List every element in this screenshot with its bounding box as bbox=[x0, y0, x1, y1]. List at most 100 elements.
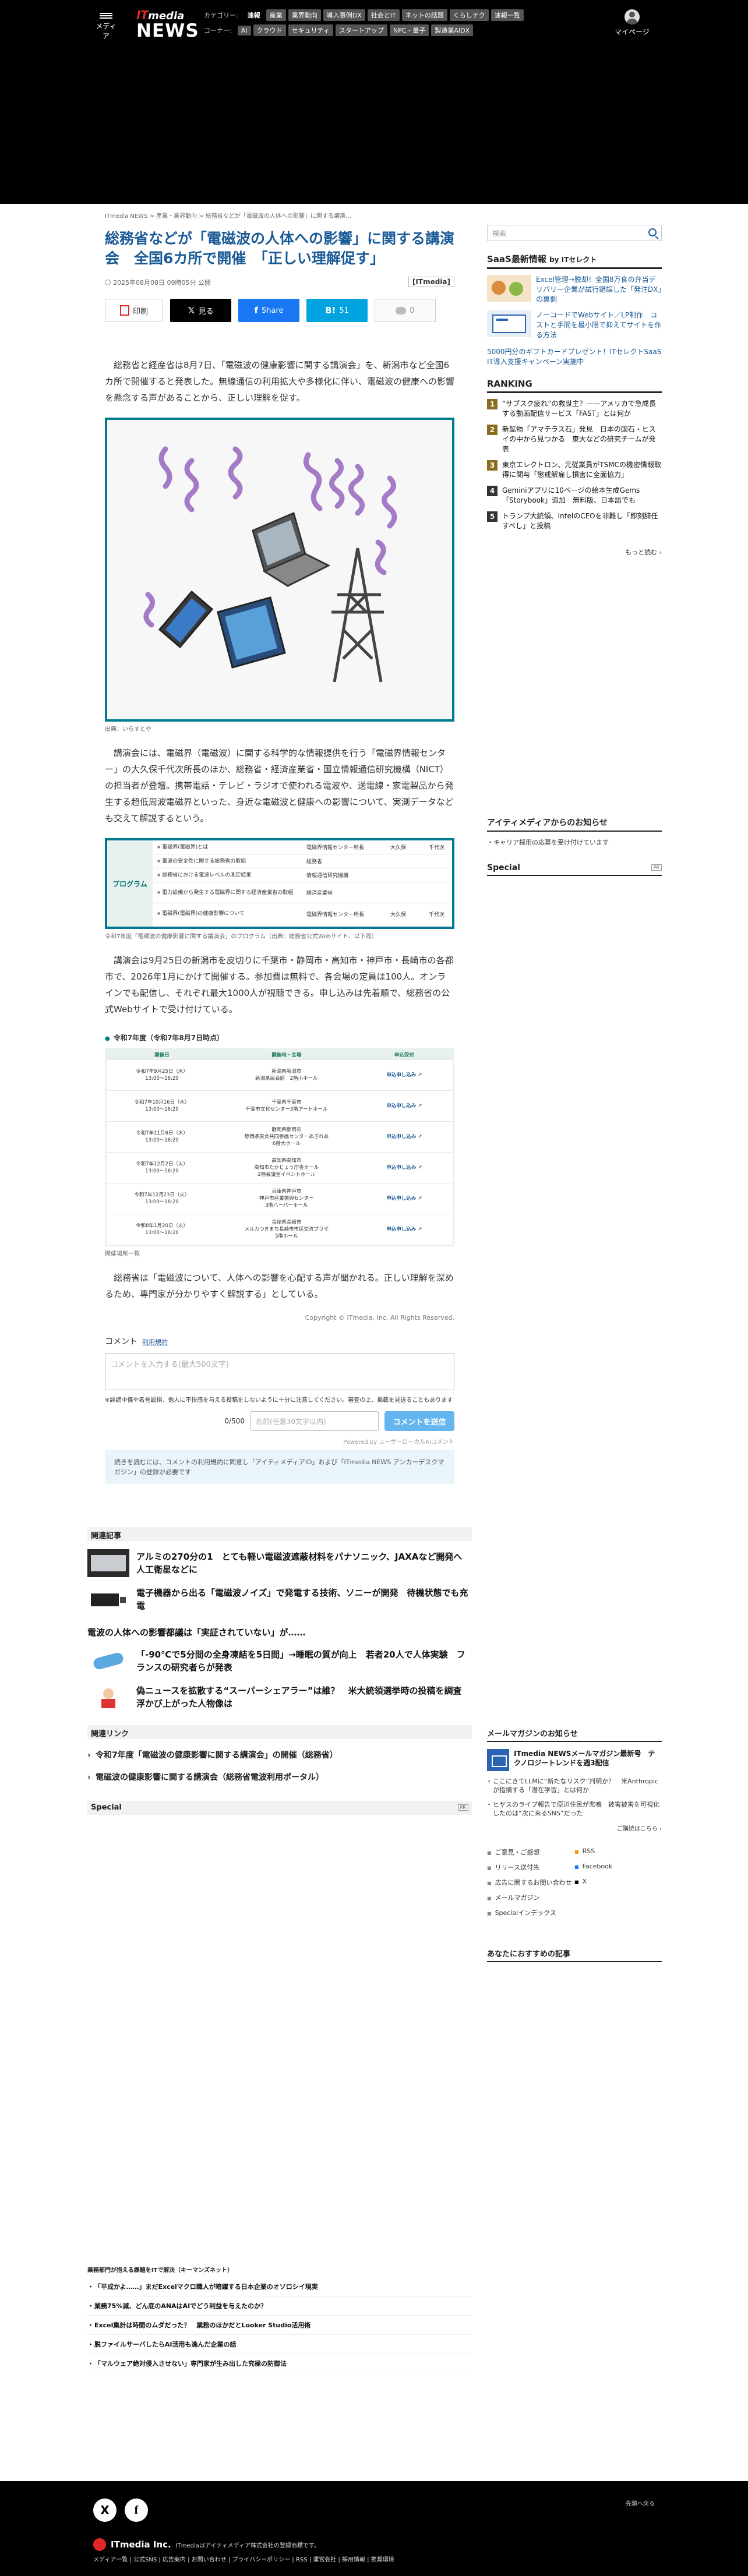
send-comment-button[interactable]: コメントを送信 bbox=[384, 1411, 454, 1431]
info-item[interactable]: キャリア採用の応募を受け付けています bbox=[487, 838, 662, 847]
wave-icon bbox=[228, 446, 243, 500]
rank-number: 1 bbox=[487, 399, 498, 409]
schedule-place: 千葉県千葉市 千葉市文化センター3階アートホール bbox=[217, 1090, 356, 1121]
saas-item[interactable]: Excel管理→脱却！全国8万食の弁当デリバリー企業が試行錯誤した「発注DX」の… bbox=[487, 275, 662, 305]
saas-campaign-link[interactable]: 5000円分のギフトカードプレゼント！ITセレクトSaaS IT導入支援キャンペ… bbox=[487, 347, 662, 367]
rss-link[interactable]: RSS bbox=[574, 1847, 662, 1857]
category-tab[interactable]: 社会とIT bbox=[367, 9, 400, 21]
related-article[interactable]: 「-90℃で5分間の全身凍結を5日間」→睡眠の質が向上 若者20人で人体実験 フ… bbox=[87, 1647, 472, 1675]
special-heading-text: Special bbox=[91, 1803, 122, 1812]
x-icon[interactable]: X bbox=[93, 2499, 117, 2522]
laptop-icon bbox=[252, 511, 331, 587]
ad-inquiry-link[interactable]: 広告に関するお問い合わせ bbox=[487, 1878, 574, 1887]
program-speaker-first: 千代次 bbox=[429, 845, 445, 851]
corner-tab[interactable]: セキュリティ bbox=[288, 24, 333, 36]
saas-item[interactable]: ノーコードでWebサイト／LP制作 コストと手間を最小限で抑えてサイトを作る方法 bbox=[487, 310, 662, 340]
share-bar: 印刷 𝕏 見る f Share B! 51 0 bbox=[105, 299, 454, 322]
site-logo[interactable]: ITmedia NEWS bbox=[136, 8, 199, 40]
terms-link[interactable]: 利用規約 bbox=[142, 1338, 168, 1346]
more-ranking-link[interactable]: もっと読む › bbox=[487, 547, 662, 557]
register-link[interactable]: 申込申し込み bbox=[355, 1121, 453, 1152]
rank-number: 4 bbox=[487, 486, 498, 496]
hatena-bookmark-button[interactable]: B! 51 bbox=[306, 299, 368, 322]
search-input[interactable]: 検索 bbox=[487, 225, 662, 241]
related-article[interactable]: 電子機器から出る「電磁波ノイズ」で発電する技術、ソニーが開発 待機状態でも充電 bbox=[87, 1585, 472, 1613]
schedule-row: 令和7年12月2日（火） 13:00〜16:20 高知県高知市 高知市たかじょう庁… bbox=[107, 1151, 453, 1183]
related-link[interactable]: 令和7年度「電磁波の健康影響に関する講演会」の開催（総務省） bbox=[87, 1750, 472, 1761]
ranking-item[interactable]: 2 新鉱物「アマテラス石」発見 日本の国石・ヒスイの中から見つかる 東大などの研究… bbox=[487, 425, 662, 454]
mailmag-link[interactable]: メールマガジン bbox=[487, 1893, 662, 1902]
register-link[interactable]: 申込申し込み bbox=[355, 1059, 453, 1090]
schedule-date: 令和7年12月23日（火） 13:00〜16:20 bbox=[107, 1182, 218, 1214]
sidebar-links: ご意見・ご感想 RSS リリース送付先 Facebook 広告に関するお問い合わ… bbox=[487, 1847, 662, 1917]
register-link[interactable]: 申込申し込み bbox=[355, 1182, 453, 1214]
x-link[interactable]: X bbox=[574, 1878, 662, 1887]
keymans-item[interactable]: 脱ファイルサーバしたらAI活用も進んだ企業の話 bbox=[87, 2335, 472, 2354]
corner-tab[interactable]: 製造業AIDX bbox=[431, 24, 474, 36]
menu-button[interactable]: メディア bbox=[93, 10, 119, 40]
category-tab[interactable]: 産業 bbox=[266, 9, 286, 21]
category-tab[interactable]: 業界動向 bbox=[288, 9, 321, 21]
related-article[interactable]: 偽ニュースを拡散する“スーパーシェアラー”は誰？ 米大統領選挙時の投稿を調査 浮… bbox=[87, 1683, 472, 1711]
corner-tab[interactable]: スタートアップ bbox=[335, 24, 387, 36]
ranking-item[interactable]: 1 “サブスク疲れ”の救世主？——アメリカで急成長する動画配信サービス「FAST」… bbox=[487, 399, 662, 419]
special-heading: Special PR bbox=[87, 1801, 472, 1815]
search-icon[interactable] bbox=[648, 228, 657, 236]
register-link[interactable]: 申込申し込み bbox=[355, 1090, 453, 1121]
feedback-link[interactable]: ご意見・ご感想 bbox=[487, 1847, 574, 1857]
program-row: 電磁界(電磁界)とは電磁界情報センター所長 大久保 千代次 bbox=[153, 840, 452, 854]
mail-heading: メールマガジンのお知らせ bbox=[487, 1727, 662, 1742]
facebook-share-button[interactable]: f Share bbox=[238, 299, 299, 322]
category-tab[interactable]: 導入事例DX bbox=[323, 9, 365, 21]
keymans-item[interactable]: 「マルウェア絶対侵入させない」専門家が生み出した究極の防御法 bbox=[87, 2354, 472, 2373]
mypage-button[interactable]: マイページ bbox=[612, 8, 652, 37]
ranking-item[interactable]: 5 トランプ大統領、IntelのCEOを非難し「即刻辞任すべし」と投稿 bbox=[487, 511, 662, 531]
facebook-link[interactable]: Facebook bbox=[574, 1863, 662, 1872]
mail-magazine[interactable]: ITmedia NEWSメールマガジン最新号 テクノロジートレンドを週3配信 bbox=[487, 1749, 662, 1771]
footer-trademark-note: ITmediaはアイティメディア株式会社の登録商標です。 bbox=[175, 2542, 320, 2549]
name-input[interactable]: 名前(任意30文字以内) bbox=[250, 1411, 379, 1431]
mail-subscribe-link[interactable]: ご購読はこちら › bbox=[487, 1824, 662, 1832]
program-row: 電波の安全性に関する総務省の取組総務省 bbox=[153, 854, 452, 868]
comment-count-button[interactable]: 0 bbox=[375, 299, 436, 322]
facebook-icon[interactable]: f bbox=[125, 2499, 148, 2522]
footer-links[interactable]: メディア一覧 | 公式SNS | 広告案内 | お問い合わせ | プライバシーポ… bbox=[93, 2554, 394, 2563]
x-share-button[interactable]: 𝕏 見る bbox=[170, 299, 231, 322]
related-article[interactable]: アルミの270分の1 とても軽い電磁波遮蔽材料をパナソニック、JAXAなど開発へ… bbox=[87, 1549, 472, 1577]
print-button[interactable]: 印刷 bbox=[105, 299, 163, 322]
category-tab[interactable]: くらしテク bbox=[449, 9, 489, 21]
register-link[interactable]: 申込申し込み bbox=[355, 1213, 453, 1245]
corner-tab[interactable]: クラウド bbox=[253, 24, 286, 36]
corner-tab[interactable]: AI bbox=[237, 25, 251, 36]
category-tab[interactable]: 速報一覧 bbox=[491, 9, 524, 21]
category-tab[interactable]: 速報 bbox=[244, 9, 264, 21]
comment-textarea[interactable]: コメントを入力する(最大500文字) bbox=[105, 1353, 454, 1390]
comment-bubble-icon bbox=[396, 306, 407, 315]
related-link[interactable]: 電磁波の健康影響に関する講演会（総務省電波利用ポータル） bbox=[87, 1772, 472, 1783]
ranking-item[interactable]: 4 Geminiアプリに10ページの絵本生成Gems「Storybook」追加 無… bbox=[487, 486, 662, 506]
material-sheet-icon bbox=[87, 1549, 129, 1577]
schedule-title: 令和7年度（令和7年8月7日時点） bbox=[105, 1033, 454, 1043]
mail-item[interactable]: ここにきてLLMに“新たなリスク”判明か？ 米Anthropicが指摘する「潜在… bbox=[486, 1777, 662, 1794]
keymans-item[interactable]: Excel集計は時間のムダだった？ 業務のほかだとLooker Studio活用… bbox=[87, 2316, 472, 2335]
tablet-icon bbox=[217, 596, 286, 669]
ranking-item[interactable]: 3 東京エレクトロン、元従業員がTSMCの機密情報取得に関与「懲戒解雇し損害に全面… bbox=[487, 460, 662, 480]
related-heading: 関連記事 bbox=[87, 1527, 472, 1541]
mail-item[interactable]: ヒヤスのライブ報告で原辺住民が悲鳴 被害被害を可視化したのは“次に来るSNS”だ… bbox=[486, 1800, 662, 1818]
category-tab[interactable]: ネットの話題 bbox=[401, 9, 447, 21]
hatena-count: 51 bbox=[339, 306, 349, 315]
release-link[interactable]: リリース送付先 bbox=[487, 1863, 574, 1872]
special-index-link[interactable]: Specialインデックス bbox=[487, 1908, 662, 1917]
corner-tab[interactable]: NPC・量子 bbox=[389, 24, 429, 36]
keymans-item[interactable]: 「平成かよ……」まだExcelマクロ職人が暗躍する日本企業のオソロシイ現実 bbox=[87, 2277, 472, 2296]
breadcrumb[interactable]: ITmedia NEWS > 産業・業界動向 > 総務省などが「電磁波の人体への… bbox=[105, 211, 454, 220]
related-article-title: 「-90℃で5分間の全身凍結を5日間」→睡眠の質が向上 若者20人で人体実験 フ… bbox=[136, 1649, 465, 1673]
keymans-item[interactable]: 業務75%減、どん底のANAはAIでどう利益を与えたのか？ bbox=[87, 2296, 472, 2316]
article-illustration bbox=[105, 418, 454, 722]
figure-caption: 出典：いらすとや bbox=[105, 726, 151, 733]
back-to-top-link[interactable]: 先頭へ戻る bbox=[626, 2499, 655, 2507]
register-link[interactable]: 申込申し込み bbox=[355, 1151, 453, 1183]
hamburger-icon bbox=[100, 13, 112, 19]
recommend-heading: あなたにおすすめの記事 bbox=[487, 1948, 662, 1962]
related-article[interactable]: 電波の人体への影響都議は「実証されていない」が…… bbox=[87, 1626, 472, 1639]
